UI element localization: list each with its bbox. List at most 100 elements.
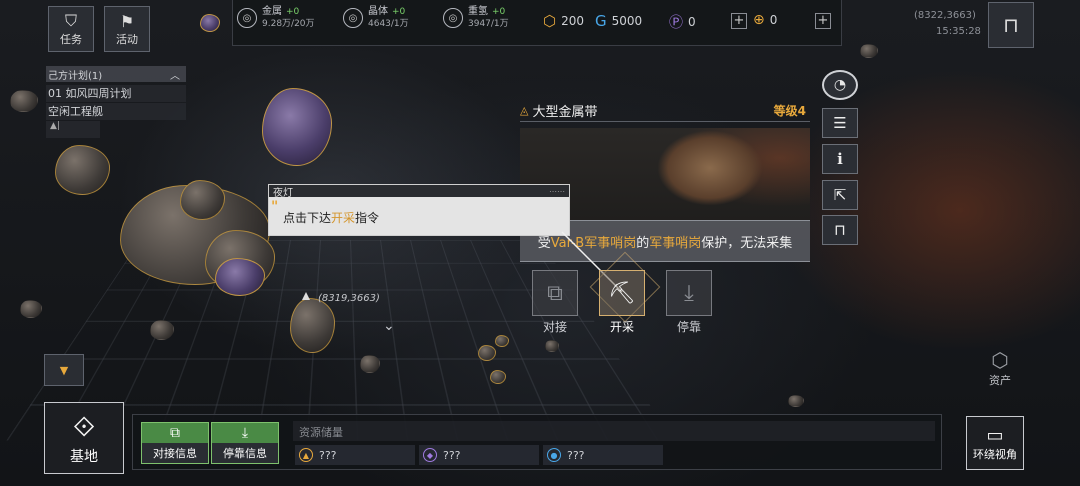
dock-button[interactable]: ⧉ bbox=[532, 270, 578, 316]
missions-label: 任务 bbox=[60, 33, 82, 46]
park-info-button[interactable]: ⤓ 停靠信息 bbox=[211, 422, 279, 464]
park-info-icon: ⤓ bbox=[241, 425, 249, 441]
base-button[interactable]: ⟐ 基地 bbox=[44, 402, 124, 474]
target-name: 大型金属带 bbox=[532, 105, 598, 120]
missions-button[interactable]: ⛉ 任务 bbox=[48, 6, 94, 52]
plans-title: 己方计划(1) bbox=[48, 70, 103, 82]
crystal-slot-icon: ◆ bbox=[423, 448, 437, 462]
left-expand-button[interactable]: ▼ bbox=[44, 354, 84, 386]
park-label: 停靠 bbox=[676, 320, 701, 334]
events-button[interactable]: ⚑ 活动 bbox=[104, 6, 150, 52]
currency-a-value: 200 bbox=[561, 14, 585, 28]
map-coords: (8319,3663) bbox=[318, 293, 380, 304]
orbit-view-button[interactable]: ▭ 环绕视角 bbox=[966, 416, 1024, 470]
currency-b: G 5000 bbox=[595, 12, 642, 30]
mining-drill-icon: ⛏ bbox=[608, 280, 636, 306]
resource-metal[interactable]: ◎ 金属 +0 9.28万/20万 bbox=[237, 6, 315, 30]
currency-c: Ⓟ 0 bbox=[669, 12, 696, 32]
storage-slot-crystal: ◆ ??? bbox=[419, 445, 539, 465]
deuterium-icon: ◎ bbox=[443, 8, 463, 28]
currency-d-value: 0 bbox=[769, 13, 778, 27]
dock-icon: ⧉ bbox=[547, 280, 563, 306]
base-label: 基地 bbox=[70, 449, 98, 465]
info-icon: i bbox=[837, 150, 843, 168]
deuterium-value: 3947/1万 bbox=[468, 19, 509, 29]
currency-d-icon: ⊕ bbox=[753, 12, 765, 28]
metal-icon: ◎ bbox=[237, 8, 257, 28]
currency-d-add-button[interactable]: + bbox=[815, 13, 831, 29]
metal-slot-icon: ▲ bbox=[299, 448, 313, 462]
dock-info-icon: ⧉ bbox=[170, 425, 180, 441]
dock-info-button[interactable]: ⧉ 对接信息 bbox=[141, 422, 209, 464]
deuterium-plus: +0 bbox=[492, 7, 506, 17]
target-level: 等级4 bbox=[773, 104, 806, 118]
share-icon: ⇱ bbox=[833, 186, 847, 204]
plan-item[interactable]: 01 如风四周计划 bbox=[46, 85, 186, 102]
tutorial-text-post: 指令 bbox=[355, 211, 380, 225]
list-icon: ☰ bbox=[833, 114, 847, 132]
resource-crystal[interactable]: ◎ 晶体 +0 4643/1万 bbox=[343, 6, 409, 30]
missions-icon: ⛉ bbox=[64, 11, 77, 30]
dock-info-label: 对接信息 bbox=[142, 443, 208, 463]
protect-mid: 的 bbox=[636, 235, 650, 251]
currency-b-icon: G bbox=[595, 12, 607, 30]
tutorial-text-highlight: 开采 bbox=[331, 211, 356, 225]
bookmark-button[interactable]: ⊓ bbox=[988, 2, 1034, 48]
deuterium-name: 重氢 bbox=[468, 6, 488, 17]
plans-header[interactable]: 己方计划(1) ︿ bbox=[46, 66, 186, 82]
currency-d: ⊕ 0 bbox=[753, 12, 777, 28]
currency-c-add-button[interactable]: + bbox=[731, 13, 747, 29]
crystal-value: 4643/1万 bbox=[368, 19, 409, 29]
tutorial-dialog[interactable]: 夜灯 ⋯⋯ " 点击下达开采指令 bbox=[268, 184, 570, 236]
park-icon: ⤓ bbox=[684, 280, 694, 306]
pin-button[interactable]: ⊓ bbox=[822, 215, 858, 245]
tutorial-speaker: 夜灯 bbox=[273, 187, 293, 199]
triangle-down-icon: ▼ bbox=[59, 363, 69, 377]
speed-button[interactable]: ◔ bbox=[822, 70, 858, 100]
fleet-list-button[interactable]: ☰ bbox=[822, 108, 858, 138]
deuterium-slot-value: ??? bbox=[567, 448, 585, 462]
park-button[interactable]: ⤓ bbox=[666, 270, 712, 316]
metal-type-icon: ◬ bbox=[520, 104, 529, 117]
storage-slot-metal: ▲ ??? bbox=[295, 445, 415, 465]
currency-c-icon: Ⓟ bbox=[669, 15, 683, 31]
chevron-down-icon: ⌄ bbox=[383, 318, 395, 334]
crystal-plus: +0 bbox=[392, 7, 406, 17]
info-button[interactable]: i bbox=[822, 144, 858, 174]
storage-header-bar bbox=[293, 421, 935, 441]
target-header: ◬ 大型金属带 等级4 bbox=[520, 100, 810, 122]
protector-type: 军事哨岗 bbox=[649, 235, 702, 251]
events-label: 活动 bbox=[116, 32, 138, 46]
bookmark-icon: ⊓ bbox=[1003, 13, 1019, 37]
deuterium-slot-icon: ● bbox=[547, 448, 561, 462]
orbit-view-label: 环绕视角 bbox=[973, 447, 1017, 461]
clock: 15:35:28 bbox=[936, 26, 981, 37]
top-coords: (8322,3663) bbox=[914, 10, 976, 21]
currency-b-value: 5000 bbox=[611, 14, 643, 28]
share-button[interactable]: ⇱ bbox=[822, 180, 858, 210]
pin-icon: ⊓ bbox=[834, 221, 846, 239]
mine-button[interactable]: ⛏ bbox=[599, 270, 645, 316]
metal-value: 9.28万/20万 bbox=[262, 19, 315, 29]
resource-bar: ◎ 金属 +0 9.28万/20万 ◎ 晶体 +0 4643/1万 ◎ 重氢 +0 3… bbox=[232, 0, 842, 46]
resource-deuterium[interactable]: ◎ 重氢 +0 3947/1万 bbox=[443, 6, 509, 30]
hexagon-icon: ⬡ bbox=[991, 348, 1009, 372]
crystal-name: 晶体 bbox=[368, 6, 388, 17]
currency-c-value: 0 bbox=[688, 15, 696, 29]
currency-a-icon: ⬡ bbox=[543, 12, 557, 30]
assets-button[interactable]: ⬡ 资产 bbox=[980, 348, 1020, 388]
bottom-info-bar: ⧉ 对接信息 ⤓ 停靠信息 资源储量 ▲ ??? ◆ ??? ● ??? bbox=[132, 414, 942, 470]
gauge-icon: ◔ bbox=[833, 77, 847, 93]
plans-panel: 己方计划(1) ︿ 01 如风四周计划 空闲工程舰 ▲| bbox=[46, 66, 186, 138]
storage-slot-deuterium: ● ??? bbox=[543, 445, 663, 465]
dock-label: 对接 bbox=[542, 320, 567, 334]
tutorial-header: 夜灯 ⋯⋯ bbox=[269, 185, 569, 199]
tutorial-text: 点击下达开采指令 bbox=[283, 209, 379, 226]
plan-item[interactable]: 空闲工程舰 bbox=[46, 103, 186, 120]
quote-icon: " bbox=[271, 199, 279, 215]
protect-suffix: 保护，无法采集 bbox=[701, 235, 793, 251]
base-icon: ⟐ bbox=[72, 410, 96, 443]
assets-label: 资产 bbox=[989, 374, 1011, 387]
mine-label: 开采 bbox=[609, 320, 634, 334]
metal-slot-value: ??? bbox=[319, 448, 337, 462]
